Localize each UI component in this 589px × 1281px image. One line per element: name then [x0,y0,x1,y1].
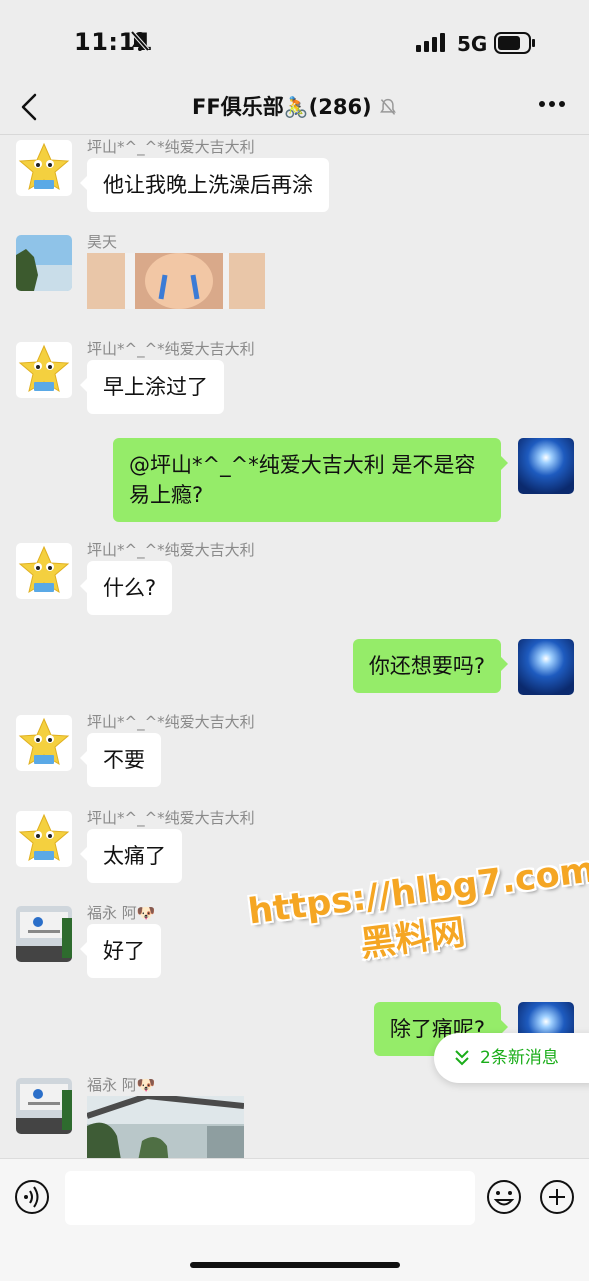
avatar-star[interactable] [16,140,72,196]
plus-icon[interactable] [539,1179,575,1215]
message-bubble[interactable]: 他让我晚上洗澡后再涂 [80,158,329,212]
group-title: FF俱乐部🚴(286) [0,91,589,121]
new-messages-button[interactable]: 2条新消息 [434,1033,589,1083]
avatar-landscape[interactable] [16,235,72,291]
double-chevron-down-icon [455,1050,469,1066]
photo-image[interactable] [86,1092,245,1158]
message-bubble-self[interactable]: 你还想要吗? [352,639,509,693]
sticker-image[interactable] [87,253,265,309]
message-bubble[interactable]: 好了 [80,924,161,978]
avatar-star[interactable] [16,715,72,771]
voice-icon[interactable] [14,1179,50,1215]
message-bubble[interactable]: 太痛了 [80,829,182,883]
message-bubble[interactable]: 不要 [80,733,161,787]
message-bubble-self[interactable]: @坪山*^_^*纯爱大吉大利 是不是容 易上瘾? [113,438,508,522]
member-count: (286) [308,95,372,119]
network-type: 5G [457,32,488,56]
message-bubble[interactable]: 早上涂过了 [80,360,224,414]
more-options-icon[interactable] [538,100,566,108]
home-indicator[interactable] [190,1262,400,1268]
sender-name: 坪山*^_^*纯爱大吉大利 [87,138,255,156]
sender-name: 坪山*^_^*纯爱大吉大利 [87,713,255,731]
sender-name: 坪山*^_^*纯爱大吉大利 [87,541,255,559]
avatar-self[interactable] [518,639,574,695]
bell-off-icon [130,30,150,52]
new-messages-label: 2条新消息 [480,1048,559,1068]
sender-name: 福永 阿🐶 [87,904,156,922]
status-bar: 11:11 5G [0,0,589,80]
message-bubble[interactable]: 什么? [79,561,173,615]
message-text-line: @坪山*^_^*纯爱大吉大利 是不是容 [129,453,476,477]
avatar-office[interactable] [16,906,72,962]
avatar-self[interactable] [518,438,574,494]
chat-header: FF俱乐部🚴(286) [0,80,589,135]
group-name: FF俱乐部 [192,95,284,119]
bicycle-emoji: 🚴 [283,95,309,119]
sender-name: 福永 阿🐶 [87,1076,156,1094]
emoji-icon[interactable] [486,1179,522,1215]
sender-name: 昊天 [87,233,118,251]
avatar-star[interactable] [16,342,72,398]
sender-name: 坪山*^_^*纯爱大吉大利 [87,340,255,358]
signal-icon [416,33,445,52]
battery-icon [494,32,535,54]
mute-icon [380,98,396,115]
avatar-office[interactable] [16,1078,72,1134]
avatar-star[interactable] [16,811,72,867]
sender-name: 坪山*^_^*纯爱大吉大利 [87,809,255,827]
message-input[interactable] [65,1171,475,1225]
message-text-line: 易上瘾? [129,483,204,507]
message-list[interactable]: 坪山*^_^*纯爱大吉大利 他让我晚上洗澡后再涂 昊天 坪山*^_^*纯爱大吉大… [0,135,589,1158]
avatar-star[interactable] [16,543,72,599]
